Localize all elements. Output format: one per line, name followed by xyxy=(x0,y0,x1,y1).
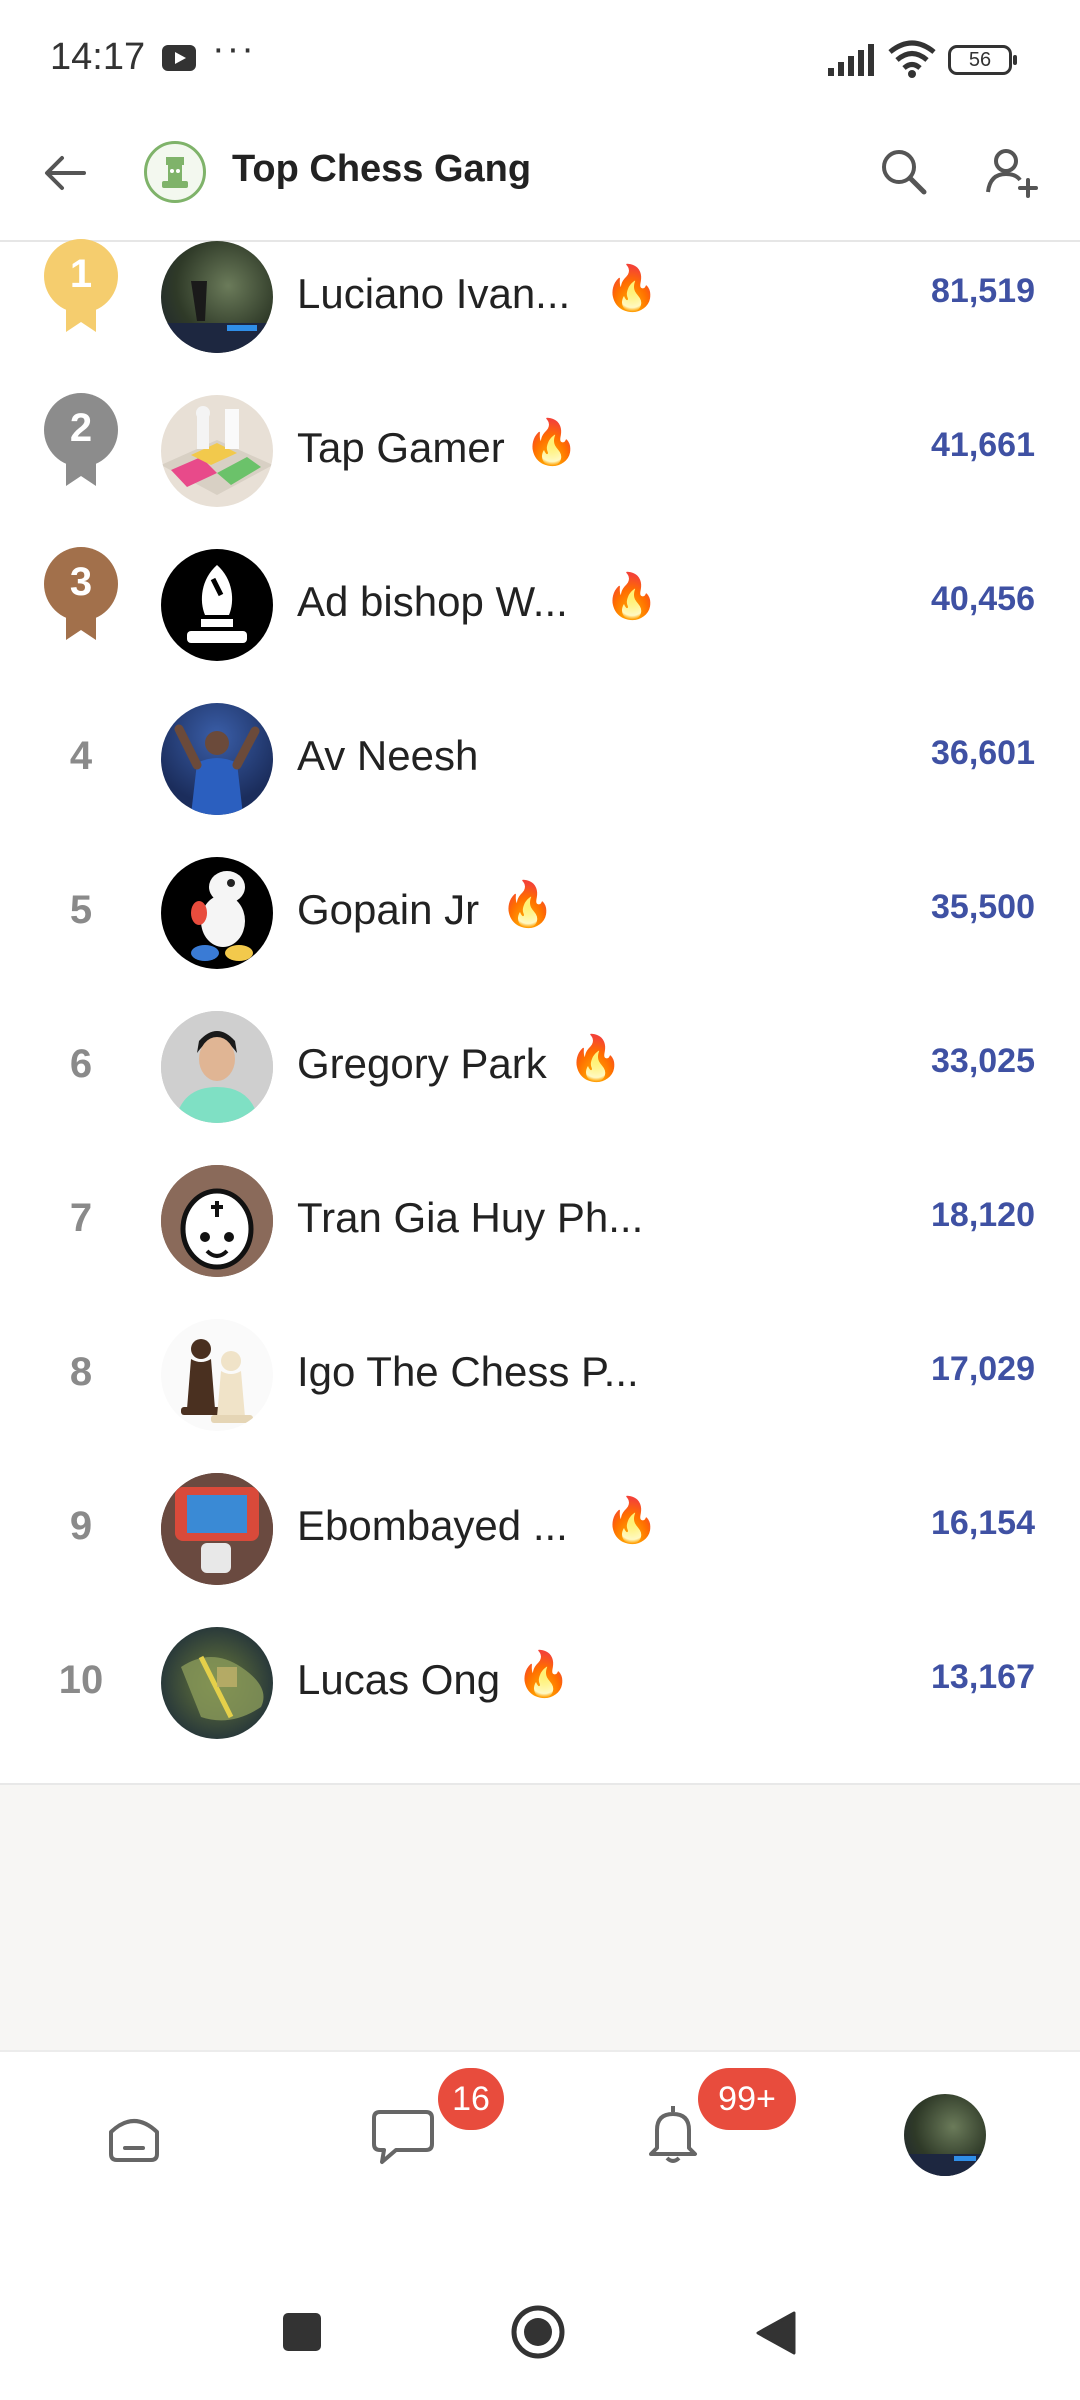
empty-area xyxy=(0,1785,1080,2050)
fire-streak-icon: 🔥 xyxy=(524,418,579,467)
player-name: Av Neesh xyxy=(297,732,479,779)
player-score: 33,025 xyxy=(931,1042,1035,1080)
bottom-navigation: 16 99+ xyxy=(0,2050,1080,2210)
fire-streak-icon: 🔥 xyxy=(604,572,659,621)
player-name: Gregory Park xyxy=(297,1040,547,1087)
rank-number: 2 xyxy=(69,406,93,450)
rank-number: 5 xyxy=(69,888,93,932)
leaderboard-row[interactable]: 6 Gregory Park 🔥 33,025 xyxy=(0,990,1080,1144)
player-score: 36,601 xyxy=(931,734,1035,772)
player-score: 17,029 xyxy=(931,1350,1035,1388)
status-bar: 14:17 ··· 56 xyxy=(0,0,1080,120)
leaderboard-row[interactable]: 5 Gopain Jr 🔥 35,500 xyxy=(0,836,1080,990)
search-icon[interactable] xyxy=(876,144,932,200)
player-score: 35,500 xyxy=(931,888,1035,926)
avatar[interactable] xyxy=(161,1319,273,1431)
leaderboard-row[interactable]: 2 Tap Gamer 🔥 41,661 xyxy=(0,374,1080,528)
profile-forest-image xyxy=(904,2154,986,2176)
chat-icon[interactable] xyxy=(370,2104,436,2166)
fire-streak-icon: 🔥 xyxy=(516,1650,571,1699)
status-time: 14:17 xyxy=(50,36,146,78)
rook-icon xyxy=(162,157,188,188)
profile-avatar[interactable] xyxy=(904,2094,986,2176)
system-navigation-bar xyxy=(0,2210,1080,2400)
rank-number: 10 xyxy=(58,1658,104,1702)
home-button[interactable] xyxy=(510,2304,566,2360)
rank-number: 7 xyxy=(69,1196,93,1240)
back-arrow-icon[interactable] xyxy=(40,148,90,198)
avatar[interactable] xyxy=(161,1011,273,1123)
avatar-pawns-image xyxy=(181,1339,253,1423)
group-logo[interactable] xyxy=(144,141,206,203)
more-notifications-icon: ··· xyxy=(212,28,256,70)
wifi-icon xyxy=(888,40,936,78)
avatar-yoshi-image xyxy=(191,871,253,961)
avatar-bishop-image xyxy=(187,565,247,643)
player-score: 40,456 xyxy=(931,580,1035,618)
avatar[interactable] xyxy=(161,1627,273,1739)
avatar-forest-image xyxy=(161,281,273,353)
avatar-person-image xyxy=(161,1011,273,1123)
fire-streak-icon: 🔥 xyxy=(568,1034,623,1083)
home-icon[interactable] xyxy=(103,2106,165,2166)
player-score: 81,519 xyxy=(931,272,1035,310)
player-score: 13,167 xyxy=(931,1658,1035,1696)
rank-number: 4 xyxy=(69,734,93,778)
rank-number: 3 xyxy=(69,560,93,604)
player-name: Lucas Ong xyxy=(297,1656,501,1703)
avatar[interactable] xyxy=(161,549,273,661)
page-title: Top Chess Gang xyxy=(232,148,532,190)
player-score: 16,154 xyxy=(931,1504,1035,1542)
player-name: Igo The Chess P... xyxy=(297,1348,639,1395)
fire-streak-icon: 🔥 xyxy=(604,264,659,313)
player-score: 41,661 xyxy=(931,426,1035,464)
player-name: Ebombayed ... xyxy=(297,1502,568,1549)
bell-icon[interactable] xyxy=(643,2100,703,2166)
avatar-cricketer-image xyxy=(174,724,260,815)
avatar-cartoon-image xyxy=(161,1165,273,1277)
signal-icon xyxy=(828,44,874,76)
chat-badge: 16 xyxy=(438,2068,504,2130)
leaderboard-row[interactable]: 7 Tran Gia Huy Ph... 18,120 xyxy=(0,1144,1080,1298)
avatar[interactable] xyxy=(161,241,273,353)
leaderboard-row[interactable]: 1 Luciano Ivan... 🔥 81,519 xyxy=(0,220,1080,374)
avatar[interactable] xyxy=(161,857,273,969)
youtube-notification-icon xyxy=(162,45,196,71)
avatar-game-device-image xyxy=(161,1473,273,1585)
notifications-badge: 99+ xyxy=(698,2068,796,2130)
battery-icon: 56 xyxy=(948,45,1017,75)
rank-number: 1 xyxy=(69,252,93,296)
player-score: 18,120 xyxy=(931,1196,1035,1234)
avatar[interactable] xyxy=(161,703,273,815)
avatar-map-image xyxy=(181,1655,264,1721)
leaderboard-row[interactable]: 4 Av Neesh 36,601 xyxy=(0,682,1080,836)
player-name: Tran Gia Huy Ph... xyxy=(297,1194,644,1241)
add-member-icon[interactable] xyxy=(984,144,1040,200)
recents-button[interactable] xyxy=(283,2313,321,2351)
leaderboard-row[interactable]: 10 Lucas Ong 🔥 13,167 xyxy=(0,1606,1080,1760)
fire-streak-icon: 🔥 xyxy=(604,1496,659,1545)
player-name: Tap Gamer xyxy=(297,424,505,471)
avatar-chessboard-image xyxy=(161,406,273,495)
back-button[interactable] xyxy=(752,2309,798,2357)
player-name: Gopain Jr xyxy=(297,886,480,933)
rank-number: 6 xyxy=(69,1042,93,1086)
avatar[interactable] xyxy=(161,1165,273,1277)
rank-number: 8 xyxy=(69,1350,93,1394)
avatar[interactable] xyxy=(161,1473,273,1585)
fire-streak-icon: 🔥 xyxy=(500,880,555,929)
player-name: Luciano Ivan... xyxy=(297,270,571,317)
rank-number: 9 xyxy=(69,1504,93,1548)
avatar[interactable] xyxy=(161,395,273,507)
player-name: Ad bishop W... xyxy=(297,578,568,625)
leaderboard-row[interactable]: 8 Igo The Chess P... 17,029 xyxy=(0,1298,1080,1452)
leaderboard-row[interactable]: 3 Ad bishop W... 🔥 40,456 xyxy=(0,528,1080,682)
leaderboard-row[interactable]: 9 Ebombayed ... 🔥 16,154 xyxy=(0,1452,1080,1606)
